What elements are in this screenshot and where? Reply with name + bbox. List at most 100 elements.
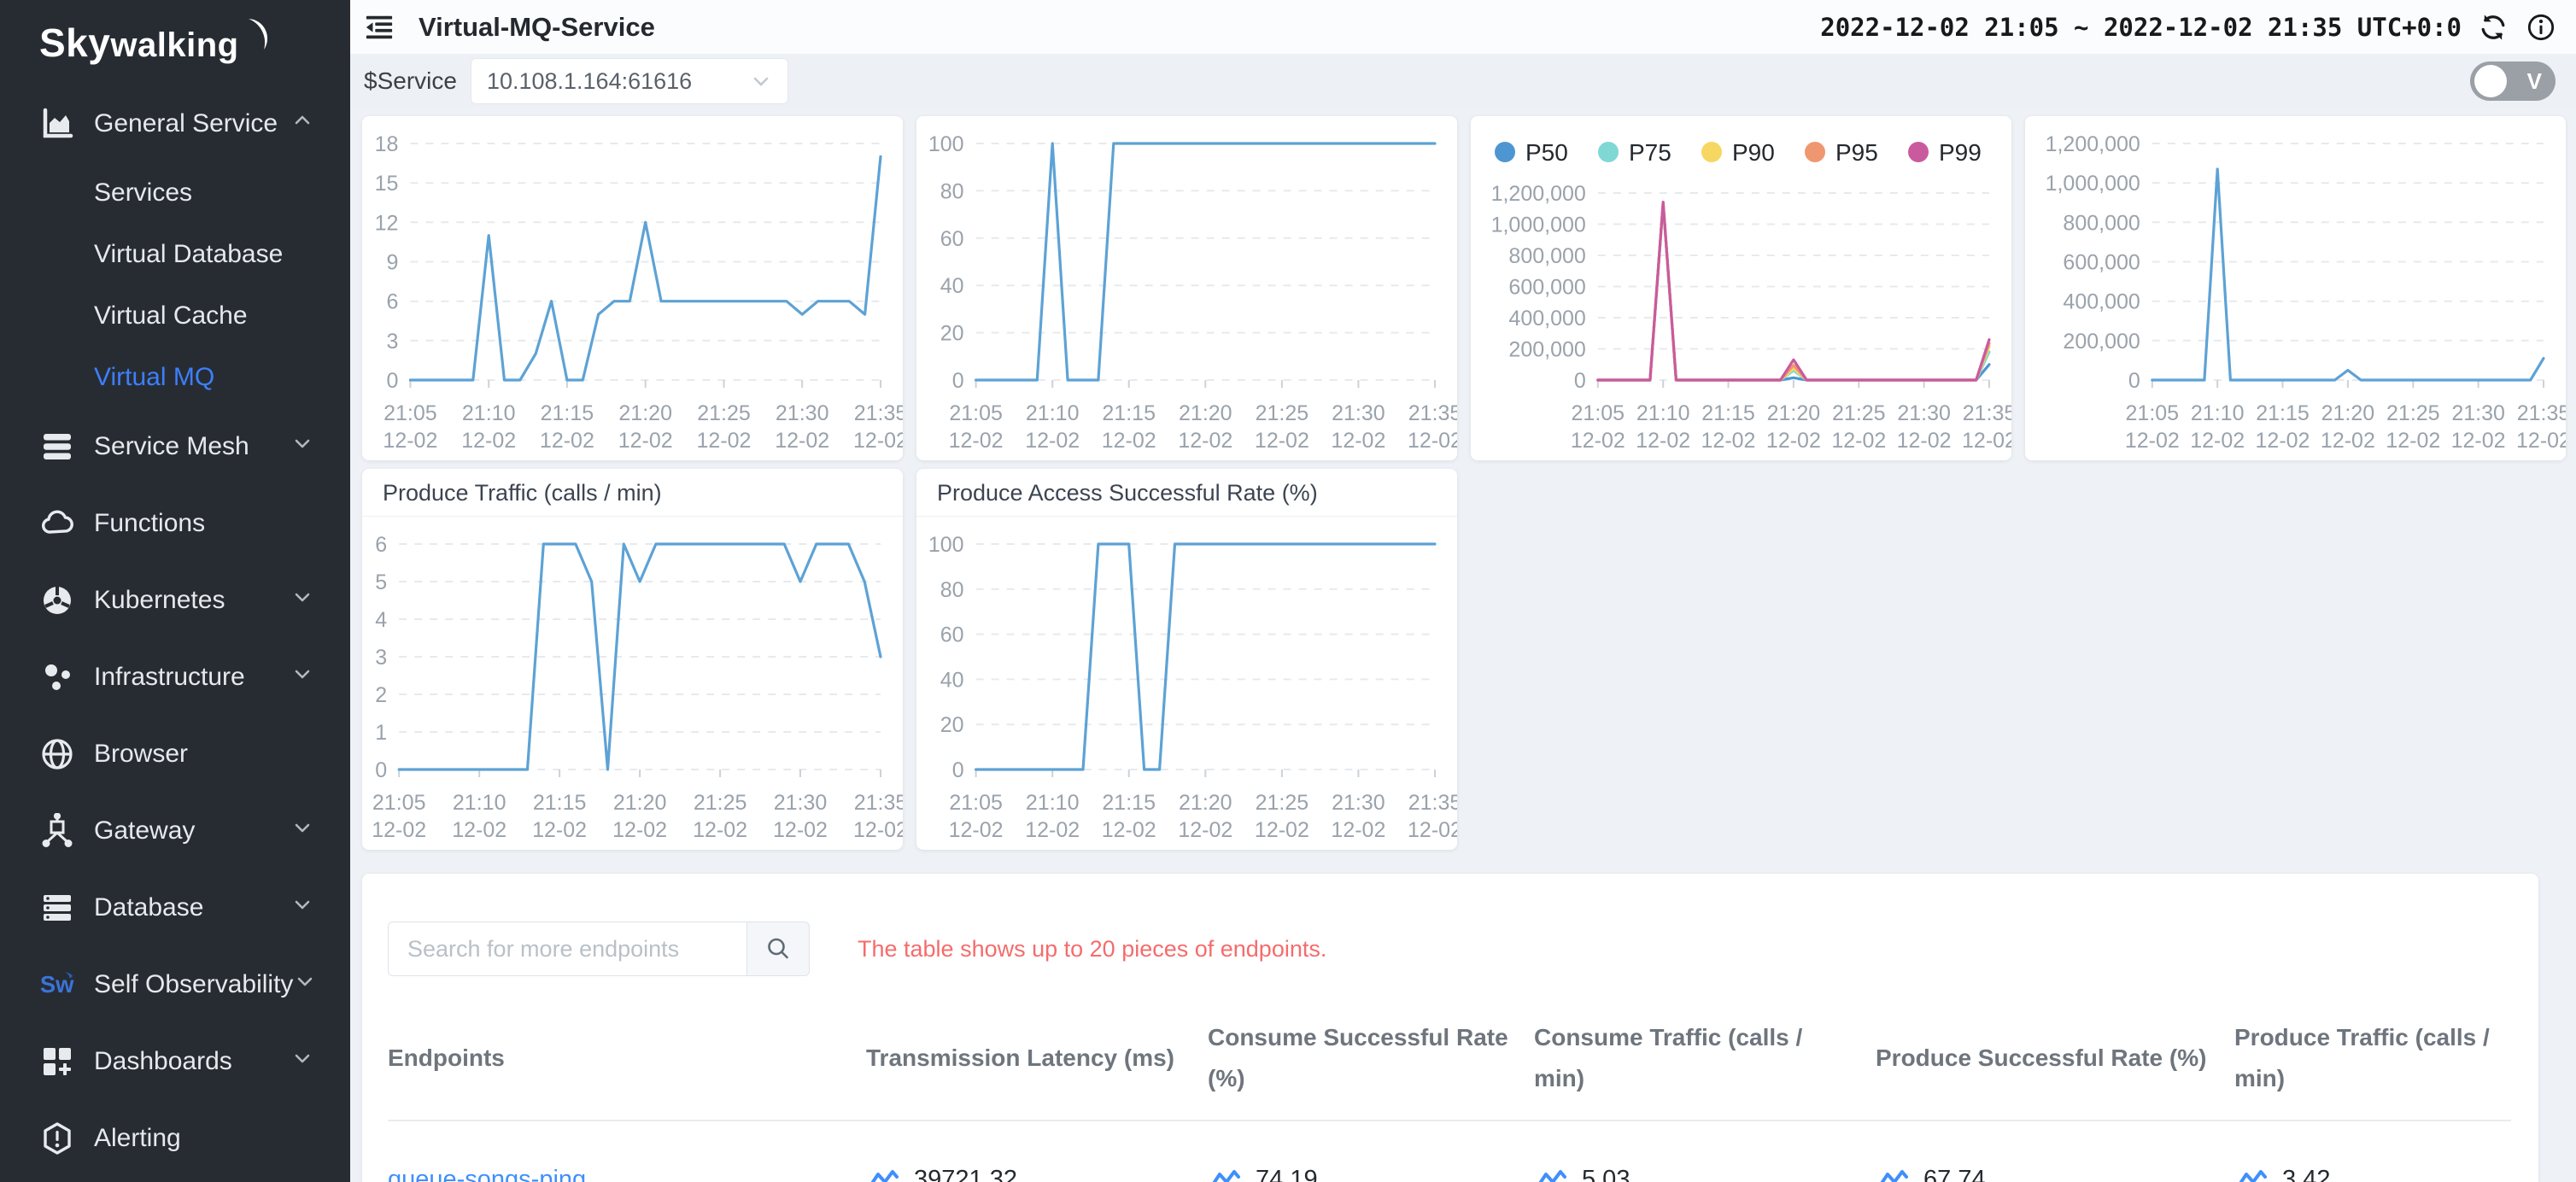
svg-text:12-02: 12-02 xyxy=(949,429,1004,453)
svg-text:21:30: 21:30 xyxy=(2451,401,2505,425)
svg-text:21:30: 21:30 xyxy=(1332,791,1385,815)
sidebar-subitem-label: Virtual Database xyxy=(94,240,283,269)
svg-text:P99: P99 xyxy=(1939,139,1982,166)
svg-text:21:20: 21:20 xyxy=(613,791,667,815)
svg-text:100: 100 xyxy=(928,533,964,557)
sparkline-icon[interactable] xyxy=(1208,1167,1242,1182)
svg-text:21:30: 21:30 xyxy=(1897,401,1951,425)
column-header-endpoints: Endpoints xyxy=(388,1007,866,1121)
sidebar-item-functions[interactable]: Functions xyxy=(0,485,350,562)
layers-icon xyxy=(39,429,75,465)
svg-text:12-02: 12-02 xyxy=(853,818,903,842)
svg-text:21:05: 21:05 xyxy=(949,401,1003,425)
chevron-down-icon xyxy=(290,1046,314,1077)
sparkline-icon[interactable] xyxy=(1876,1167,1910,1182)
sparkline-icon[interactable] xyxy=(2234,1167,2269,1182)
svg-text:60: 60 xyxy=(940,623,964,647)
svg-text:12-02: 12-02 xyxy=(1571,429,1625,453)
svg-text:21:05: 21:05 xyxy=(949,791,1003,815)
svg-text:1: 1 xyxy=(375,721,387,745)
svg-text:12-02: 12-02 xyxy=(1025,818,1080,842)
sidebar-item-database[interactable]: Database xyxy=(0,869,350,946)
sparkline-icon[interactable] xyxy=(1534,1167,1568,1182)
svg-text:12-02: 12-02 xyxy=(540,429,594,453)
sidebar-item-label: Dashboards xyxy=(94,1047,290,1076)
endpoint-link[interactable]: queue-songs-ping xyxy=(388,1166,586,1182)
consume-traffic-chart-card: 036912151821:0512-0221:1012-0221:1512-02… xyxy=(362,116,903,460)
svg-text:12-02: 12-02 xyxy=(1897,429,1952,453)
globe-icon xyxy=(39,736,75,772)
svg-text:21:25: 21:25 xyxy=(1256,401,1309,425)
service-select-value: 10.108.1.164:61616 xyxy=(487,68,692,95)
svg-text:21:20: 21:20 xyxy=(618,401,672,425)
sidebar-subitem-virtual-mq[interactable]: Virtual MQ xyxy=(0,347,350,408)
sidebar-item-gateway[interactable]: Gateway xyxy=(0,793,350,869)
sidebar-item-self-observability[interactable]: SwSelf Observability xyxy=(0,946,350,1023)
svg-text:0: 0 xyxy=(952,369,964,393)
service-select[interactable]: 10.108.1.164:61616 xyxy=(471,58,788,104)
svg-text:200,000: 200,000 xyxy=(1508,338,1585,362)
sidebar-item-kubernetes[interactable]: Kubernetes xyxy=(0,562,350,639)
consume-successful-rate-chart-card: 02040608010021:0512-0221:1012-0221:1512-… xyxy=(916,116,1457,460)
sidebar-item-label: Functions xyxy=(94,509,314,538)
chart-title: Produce Traffic (calls / min) xyxy=(362,469,903,517)
database-icon xyxy=(39,890,75,926)
svg-text:12-02: 12-02 xyxy=(612,818,667,842)
sidebar-item-alerting[interactable]: Alerting xyxy=(0,1100,350,1177)
dots-icon xyxy=(39,659,75,695)
endpoints-panel: The table shows up to 20 pieces of endpo… xyxy=(362,874,2538,1182)
sidebar-subitem-services[interactable]: Services xyxy=(0,162,350,224)
menu-fold-icon[interactable] xyxy=(364,12,395,43)
svg-text:12-02: 12-02 xyxy=(2516,429,2566,453)
view-toggle[interactable]: V xyxy=(2470,61,2556,101)
svg-text:12-02: 12-02 xyxy=(1766,429,1821,453)
svg-text:3: 3 xyxy=(375,646,387,670)
topbar: Virtual-MQ-Service 2022-12-02 21:05 ~ 20… xyxy=(350,0,2576,55)
svg-text:21:05: 21:05 xyxy=(383,401,437,425)
sidebar: Skywalking General ServiceServices Virtua… xyxy=(0,0,350,1182)
crescent-moon-icon xyxy=(241,18,272,56)
chevron-down-icon xyxy=(750,70,772,92)
svg-text:5: 5 xyxy=(375,571,387,594)
metric-value: 67.74 xyxy=(1923,1166,1986,1182)
info-icon[interactable] xyxy=(2525,11,2557,44)
metric-value: 3.42 xyxy=(2282,1166,2330,1182)
time-range-picker[interactable]: 2022-12-02 21:05 ~ 2022-12-02 21:35 UTC+… xyxy=(1820,13,2462,42)
skywalking-logo: Skywalking xyxy=(0,0,350,85)
svg-text:12-02: 12-02 xyxy=(2125,429,2180,453)
sidebar-subitem-virtual-cache[interactable]: Virtual Cache xyxy=(0,285,350,347)
refresh-icon[interactable] xyxy=(2477,11,2509,44)
sidebar-item-service-mesh[interactable]: Service Mesh xyxy=(0,408,350,485)
endpoint-search-input[interactable] xyxy=(388,922,746,976)
toggle-knob xyxy=(2474,65,2507,97)
svg-text:12-02: 12-02 xyxy=(1025,429,1080,453)
chevron-up-icon xyxy=(290,108,314,139)
svg-text:12-02: 12-02 xyxy=(372,818,426,842)
svg-text:21:10: 21:10 xyxy=(1026,791,1080,815)
metric-cell: 3.42 xyxy=(2234,1166,2494,1182)
sidebar-item-general-service[interactable]: General Service xyxy=(0,85,350,162)
svg-text:1,000,000: 1,000,000 xyxy=(2046,172,2140,196)
svg-text:21:35: 21:35 xyxy=(1408,791,1457,815)
svg-text:21:25: 21:25 xyxy=(2386,401,2440,425)
endpoints-table-header: EndpointsTransmission Latency (ms)Consum… xyxy=(388,1007,2511,1121)
sidebar-item-infrastructure[interactable]: Infrastructure xyxy=(0,639,350,716)
sparkline-icon[interactable] xyxy=(866,1167,900,1182)
svg-text:12-02: 12-02 xyxy=(2451,429,2506,453)
svg-text:21:10: 21:10 xyxy=(1026,401,1080,425)
svg-text:12-02: 12-02 xyxy=(775,429,829,453)
sidebar-item-browser[interactable]: Browser xyxy=(0,716,350,793)
main-area: Virtual-MQ-Service 2022-12-02 21:05 ~ 20… xyxy=(350,0,2576,1182)
chart-icon xyxy=(39,106,75,142)
svg-text:40: 40 xyxy=(940,274,964,298)
consume-traffic-chart: 036912151821:0512-0221:1012-0221:1512-02… xyxy=(362,116,903,459)
sidebar-subitem-virtual-database[interactable]: Virtual Database xyxy=(0,224,350,285)
sidebar-item-label: Database xyxy=(94,893,290,922)
svg-text:21:30: 21:30 xyxy=(776,401,829,425)
search-button[interactable] xyxy=(746,922,810,976)
svg-text:60: 60 xyxy=(940,227,964,251)
svg-text:12-02: 12-02 xyxy=(383,429,437,453)
sidebar-item-label: Self Observability xyxy=(94,970,293,999)
sidebar-item-dashboards[interactable]: Dashboards xyxy=(0,1023,350,1100)
svg-text:21:15: 21:15 xyxy=(533,791,587,815)
